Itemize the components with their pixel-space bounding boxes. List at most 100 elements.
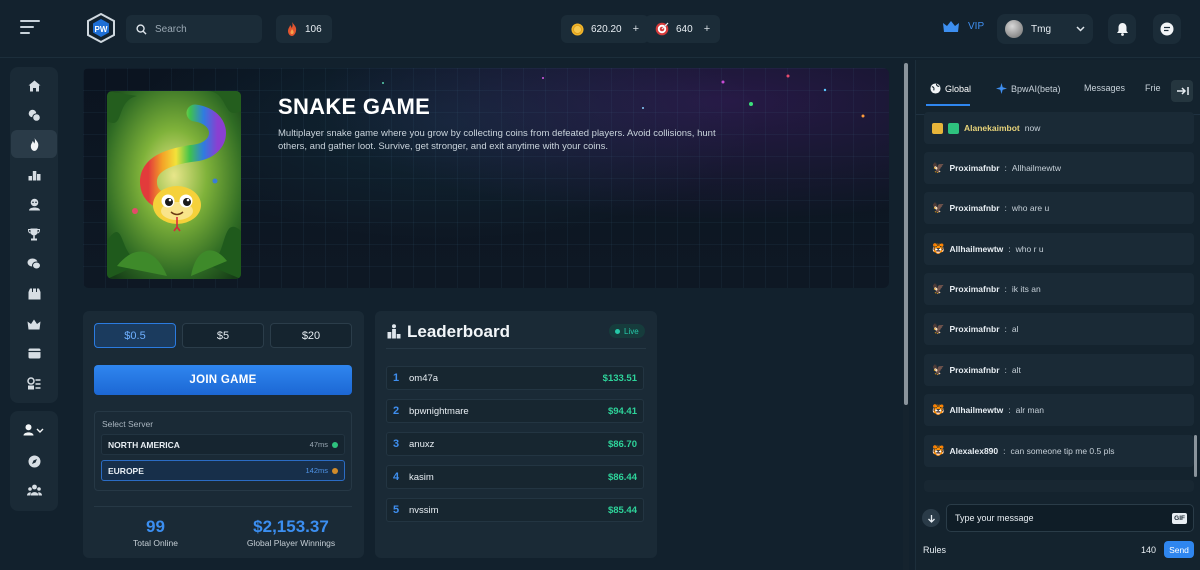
table-row[interactable]: 4 kasim $86.44	[386, 465, 644, 489]
char-count: 140	[1141, 545, 1157, 555]
chat-message[interactable]: 🦅 Proximafnbr: alt	[924, 354, 1194, 386]
sidebar-item-wallet[interactable]	[10, 339, 58, 367]
chat-message-input[interactable]	[955, 513, 1173, 523]
tab-friends[interactable]: Frie	[1145, 83, 1161, 93]
server-label: Select Server	[102, 419, 154, 429]
chat-toggle-button[interactable]	[1153, 14, 1181, 44]
chat-message[interactable]: 🐯 Allhailmewtw: alr man	[924, 394, 1194, 426]
compass-icon	[28, 455, 40, 467]
chat-username[interactable]: Proximafnbr	[949, 163, 999, 173]
user-avatar-icon: 🦅	[932, 202, 945, 214]
chat-text: can someone tip me 0.5 pls	[1010, 446, 1115, 456]
chat-username[interactable]: Proximafnbr	[949, 203, 999, 213]
sidebar-item-leaderboard[interactable]	[10, 161, 58, 189]
home-icon	[28, 80, 40, 92]
logo-icon[interactable]: PW	[86, 13, 116, 43]
token-balance[interactable]: 640 +	[645, 15, 721, 43]
sidebar-item-vip[interactable]	[10, 310, 58, 338]
sidebar-item-settings[interactable]	[10, 369, 58, 397]
sidebar-item-chat[interactable]	[10, 250, 58, 278]
search-box[interactable]	[126, 15, 262, 43]
user-avatar-icon: 🦅	[932, 162, 945, 174]
tab-bpwai[interactable]: BpwAI(beta)	[996, 83, 1061, 94]
sidebar-item-characters[interactable]	[10, 190, 58, 218]
vip-link[interactable]: VIP	[942, 20, 984, 33]
chat-username[interactable]: Proximafnbr	[949, 284, 999, 294]
tab-global[interactable]: Global	[930, 83, 971, 94]
player-winnings: $86.44	[607, 471, 637, 483]
sidebar-item-casino[interactable]	[10, 101, 58, 129]
flame-counter[interactable]: 106	[276, 15, 332, 43]
chat-scrollbar[interactable]	[1194, 435, 1197, 477]
collapse-chat-button[interactable]	[1171, 80, 1193, 102]
wallet-icon	[28, 348, 40, 358]
chat-message[interactable]: 🦅 Proximafnbr: al	[924, 313, 1194, 345]
coin-balance[interactable]: 620.20 +	[561, 15, 650, 43]
sidebar-item-store[interactable]	[10, 280, 58, 308]
leaderboard-icon	[387, 324, 401, 339]
leaderboard-icon	[28, 171, 40, 181]
table-row[interactable]: 1 om47a $133.51	[386, 366, 644, 390]
notifications-button[interactable]	[1108, 14, 1136, 44]
sidebar-item-explore[interactable]	[10, 447, 58, 475]
sidebar-item-home[interactable]	[10, 72, 58, 100]
scroll-down-button[interactable]	[922, 509, 940, 527]
chat-username[interactable]: Alexalex890	[949, 446, 998, 456]
snake-game-thumbnail[interactable]	[107, 91, 241, 279]
player-winnings: $86.70	[607, 438, 637, 450]
rank: 1	[393, 372, 400, 384]
tab-messages[interactable]: Messages	[1084, 83, 1125, 93]
menu-toggle-icon[interactable]	[20, 20, 40, 36]
chat-username[interactable]: Proximafnbr	[949, 324, 999, 334]
chat-separator: :	[1004, 284, 1007, 294]
search-input[interactable]	[155, 23, 255, 35]
table-row[interactable]: 5 nvssim $85.44	[386, 498, 644, 522]
coin-amount: 620.20	[591, 23, 622, 35]
player-name: kasim	[409, 471, 434, 483]
vip-label: VIP	[968, 21, 985, 32]
rank: 4	[393, 471, 400, 483]
tab-label: Global	[945, 83, 972, 94]
chat-message[interactable]: 🐯 Allhailmewtw: who r u	[924, 233, 1194, 265]
chat-username[interactable]: Proximafnbr	[949, 365, 999, 375]
chat-username[interactable]: Allhailmewtw	[949, 244, 1003, 254]
chat-input-box[interactable]: GIF	[946, 504, 1194, 532]
search-icon	[136, 23, 147, 35]
stake-option-5[interactable]: $5	[182, 323, 264, 348]
winnings-value: $2,153.37	[253, 517, 329, 536]
server-option-europe[interactable]: EUROPE 142ms	[101, 460, 345, 481]
server-option-north-america[interactable]: NORTH AMERICA 47ms	[101, 434, 345, 455]
stake-option-0-5[interactable]: $0.5	[94, 323, 176, 348]
game-hero-banner: SNAKE GAME Multiplayer snake game where …	[83, 68, 889, 288]
send-button[interactable]: Send	[1164, 541, 1194, 558]
chat-text: Allhailmewtw	[1011, 163, 1062, 173]
chat-message[interactable]: 🦅 Proximafnbr: who are u	[924, 192, 1194, 224]
join-game-button[interactable]: JOIN GAME	[94, 365, 352, 395]
chevron-down-icon	[1076, 26, 1085, 32]
chat-message[interactable]: 🦅 Proximafnbr: ik its an	[924, 273, 1194, 305]
live-dot	[615, 328, 620, 334]
add-coins-button[interactable]: +	[633, 23, 639, 35]
stake-option-20[interactable]: $20	[270, 323, 352, 348]
sidebar-item-profile[interactable]	[10, 416, 58, 444]
rules-link[interactable]: Rules	[923, 545, 946, 555]
user-menu[interactable]: Tmg	[997, 14, 1093, 44]
chat-separator: :	[1004, 365, 1007, 375]
sidebar-item-originals[interactable]	[11, 130, 57, 158]
chat-username[interactable]: Alanekaimbot	[964, 123, 1020, 133]
table-row[interactable]: 2 bpwnightmare $94.41	[386, 399, 644, 423]
flame-icon	[288, 22, 297, 36]
add-tokens-button[interactable]: +	[704, 23, 710, 35]
chat-message[interactable]: 🦅 Proximafnbr: Allhailmewtw	[924, 152, 1194, 184]
gif-button[interactable]: GIF	[1172, 512, 1187, 524]
active-tab-indicator	[926, 104, 970, 106]
table-row[interactable]: 3 anuxz $86.70	[386, 432, 644, 456]
chat-message[interactable]: 🐯 Alexalex890: can someone tip me 0.5 pl…	[924, 435, 1194, 467]
sidebar-item-tournaments[interactable]	[10, 220, 58, 248]
character-icon	[28, 198, 40, 210]
sidebar-item-community[interactable]	[10, 476, 58, 504]
main-scrollbar[interactable]	[904, 63, 908, 405]
chat-username[interactable]: Allhailmewtw	[949, 405, 1003, 415]
leaderboard-panel: Leaderboard Live 1 om47a $133.51 2 bpwnight…	[375, 311, 657, 558]
chat-message[interactable]: Alanekaimbot now	[924, 112, 1194, 144]
